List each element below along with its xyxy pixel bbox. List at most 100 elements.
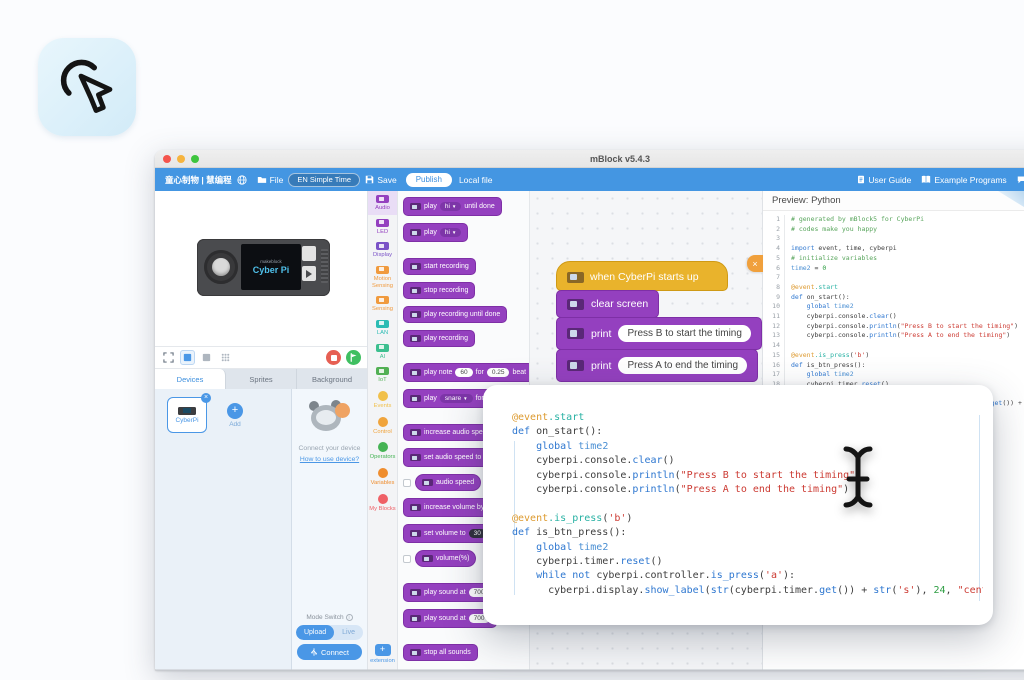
- line-number: 9: [763, 293, 780, 303]
- category-my-blocks[interactable]: My Blocks: [368, 490, 397, 516]
- close-preview-tab[interactable]: ×: [747, 255, 763, 272]
- monitor-checkbox[interactable]: [403, 479, 411, 487]
- device-card-cyberpi[interactable]: × CyberPi: [167, 397, 207, 433]
- palette-block-play-until-done[interactable]: playhi▼until done: [403, 197, 502, 216]
- block-print-a[interactable]: print Press A to end the timing: [556, 349, 758, 382]
- category-control[interactable]: Control: [368, 413, 397, 439]
- category-icon: [376, 219, 389, 227]
- green-flag-button[interactable]: [346, 350, 361, 365]
- category-iot[interactable]: IoT: [368, 363, 397, 387]
- category-events[interactable]: Events: [368, 387, 397, 413]
- device-button-a: [302, 266, 316, 281]
- category-motion-sensing[interactable]: Motion Sensing: [368, 262, 397, 292]
- mode-live[interactable]: Live: [334, 625, 363, 640]
- category-label: Operators: [370, 454, 396, 461]
- feedback-button[interactable]: Feedback: [1012, 175, 1024, 185]
- block-label: play sound at: [424, 615, 466, 622]
- tab-background[interactable]: Background: [297, 369, 367, 389]
- publish-button[interactable]: Publish: [406, 173, 452, 187]
- click-cursor-icon: [58, 58, 116, 116]
- category-display[interactable]: Display: [368, 238, 397, 262]
- language-button[interactable]: [232, 168, 252, 191]
- palette-row: playhi▼until done: [403, 197, 529, 216]
- save-button[interactable]: Save: [360, 168, 401, 191]
- device-screen-brand: makeblock: [260, 259, 282, 264]
- palette-block-play-recording[interactable]: play recording: [403, 330, 475, 347]
- block-clear-screen[interactable]: clear screen: [556, 290, 659, 318]
- value-input[interactable]: 60: [455, 368, 472, 377]
- palette-block-play-recording-until-done[interactable]: play recording until done: [403, 306, 507, 323]
- line-number: 2: [763, 225, 780, 235]
- example-programs-button[interactable]: Example Programs: [916, 175, 1011, 185]
- line-code: global time2: [784, 302, 854, 312]
- script-stack: when CyberPi starts up clear screen prin…: [556, 261, 762, 382]
- stop-button[interactable]: [326, 350, 341, 365]
- block-label: set audio speed to: [424, 454, 481, 461]
- category-variables[interactable]: Variables: [368, 464, 397, 490]
- info-icon[interactable]: i: [346, 614, 353, 621]
- cyberpi-chip-icon: [410, 649, 421, 656]
- cyberpi-chip-icon: [567, 299, 584, 310]
- preview-header: Preview: Python: [763, 191, 1024, 211]
- user-guide-button[interactable]: User Guide: [852, 175, 916, 185]
- block-print-b[interactable]: print Press B to start the timing: [556, 317, 762, 350]
- palette-block-play-note[interactable]: play note60for0.25beat: [403, 363, 530, 382]
- block-label: play recording until done: [424, 311, 500, 318]
- print-value-input[interactable]: Press B to start the timing: [618, 325, 751, 342]
- panda-illustration: [307, 397, 351, 437]
- zoom-code-line: [512, 497, 983, 511]
- remove-device-icon[interactable]: ×: [201, 393, 211, 403]
- palette-block-volume-reporter[interactable]: volume(%): [415, 550, 476, 567]
- cyberpi-chip-icon: [410, 203, 421, 210]
- category-audio[interactable]: Audio: [368, 191, 397, 215]
- value-input[interactable]: 0.25: [487, 368, 510, 377]
- stage-size-medium-icon[interactable]: [180, 350, 195, 365]
- palette-block-start-recording[interactable]: start recording: [403, 258, 476, 275]
- palette-block-play[interactable]: playhi▼: [403, 223, 468, 242]
- how-to-use-device-link[interactable]: How to use device?: [300, 456, 359, 463]
- chevron-down-icon: ▼: [452, 230, 456, 235]
- block-label: play: [424, 229, 437, 236]
- category-label: My Blocks: [369, 506, 395, 513]
- dropdown[interactable]: snare▼: [440, 394, 473, 403]
- mode-toggle[interactable]: Upload Live: [296, 625, 363, 640]
- tab-devices[interactable]: Devices: [155, 369, 226, 389]
- dropdown[interactable]: hi▼: [440, 228, 462, 237]
- mode-upload[interactable]: Upload: [296, 625, 334, 640]
- print-value-input[interactable]: Press A to end the timing: [618, 357, 747, 374]
- text-cursor-ibeam-icon: [838, 442, 878, 512]
- code-line: 4import event, time, cyberpi: [763, 244, 1024, 254]
- add-extension-button[interactable]: + extension: [368, 644, 397, 670]
- palette-row: play recording until done: [403, 306, 529, 323]
- line-code: @event.start: [784, 283, 838, 293]
- stage-minimize-icon[interactable]: [161, 350, 176, 365]
- stage-grid-icon[interactable]: [218, 350, 233, 365]
- local-file-button[interactable]: Local file: [454, 168, 498, 191]
- stage-size-large-icon[interactable]: [199, 350, 214, 365]
- category-led[interactable]: LED: [368, 215, 397, 239]
- category-ai[interactable]: AI: [368, 340, 397, 364]
- category-sensing[interactable]: Sensing: [368, 292, 397, 316]
- code-line: 5# initialize variables: [763, 254, 1024, 264]
- connect-panel: Connect your device How to use device? M…: [292, 389, 367, 670]
- monitor-checkbox[interactable]: [403, 555, 411, 563]
- add-device-button[interactable]: + Add: [215, 397, 255, 433]
- palette-block-audio-speed-reporter[interactable]: audio speed: [415, 474, 481, 491]
- category-operators[interactable]: Operators: [368, 438, 397, 464]
- file-menu[interactable]: File: [252, 168, 289, 191]
- category-label: Display: [373, 252, 392, 259]
- palette-block-stop-all-sounds[interactable]: stop all sounds: [403, 644, 478, 661]
- category-lan[interactable]: LAN: [368, 316, 397, 340]
- palette-block-set-volume[interactable]: set volume to30: [403, 524, 493, 543]
- code-line: 2# codes make you happy: [763, 225, 1024, 235]
- project-name-input[interactable]: [288, 173, 360, 187]
- line-number: 17: [763, 370, 780, 380]
- code-line: 6time2 = 0: [763, 264, 1024, 274]
- connect-button[interactable]: Connect: [297, 644, 362, 660]
- palette-block-stop-recording[interactable]: stop recording: [403, 282, 475, 299]
- zoomed-python-code: @event.startdef on_start(): global time2…: [512, 411, 983, 611]
- hat-block-when-cyberpi-starts[interactable]: when CyberPi starts up: [556, 261, 728, 291]
- code-line: 16def is_btn_press():: [763, 361, 1024, 371]
- tab-sprites[interactable]: Sprites: [226, 369, 297, 389]
- dropdown[interactable]: hi▼: [440, 202, 462, 211]
